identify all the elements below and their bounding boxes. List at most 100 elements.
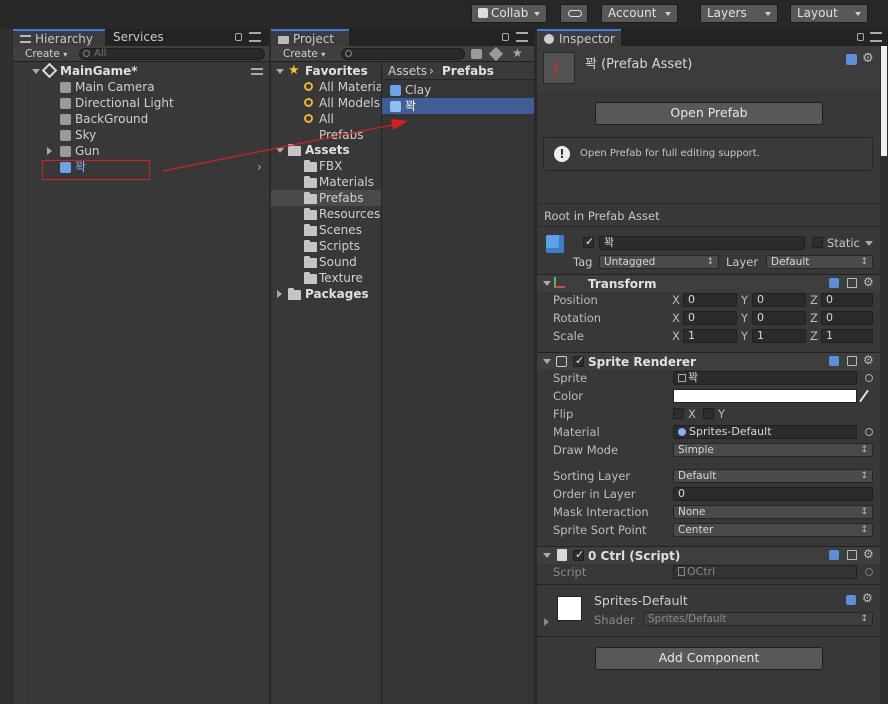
expand-arrow-icon[interactable] [277,290,282,298]
assets-folder[interactable]: Assets [271,142,381,158]
folder-item[interactable]: Scenes [271,222,381,238]
panel-menu-icon[interactable] [249,32,261,42]
collapse-arrow-icon[interactable] [543,281,551,286]
preset-icon[interactable] [847,550,857,560]
lock-icon[interactable] [857,33,864,41]
favorites-header[interactable]: ★ Favorites [271,63,381,79]
search-input[interactable] [341,48,465,60]
flip-x-checkbox[interactable] [673,408,684,419]
breadcrumb-prefabs[interactable]: Prefabs [442,62,494,80]
collapse-arrow-icon[interactable] [543,553,551,558]
search-input[interactable]: All [79,48,265,60]
hierarchy-item[interactable]: Gun [13,143,267,159]
scale-y-field[interactable]: 1 [752,329,806,343]
rotation-y-field[interactable]: 0 [752,311,806,325]
lock-icon[interactable] [235,33,242,41]
layout-dropdown[interactable]: Layout [790,4,868,23]
tab-hierarchy[interactable]: Hierarchy [13,29,105,46]
scrollbar[interactable] [880,46,888,704]
star-icon[interactable]: ★ [512,46,523,60]
help-icon[interactable] [846,54,857,65]
expand-arrow-icon[interactable] [32,69,40,74]
lock-icon[interactable] [502,33,509,41]
collapse-arrow-icon[interactable] [543,359,551,364]
flip-y-checkbox[interactable] [703,408,714,419]
script-component-header[interactable]: 0 Ctrl (Script) ⚙ [537,546,880,564]
panel-menu-icon[interactable] [870,32,882,42]
file-item[interactable]: Clay [382,82,534,98]
layer-dropdown[interactable]: Default [766,255,873,269]
scene-row[interactable]: MainGame* [13,62,267,79]
gear-icon[interactable]: ⚙ [863,547,874,561]
panel-menu-icon[interactable] [516,32,528,42]
filter-label-icon[interactable] [488,46,504,62]
breadcrumb-assets[interactable]: Assets [388,62,427,80]
position-x-field[interactable]: 0 [683,293,737,307]
object-picker-icon[interactable] [865,428,873,436]
sprite-renderer-header[interactable]: Sprite Renderer ⚙ [537,352,880,370]
preset-icon[interactable] [847,356,857,366]
color-field[interactable] [673,389,857,403]
folder-item[interactable]: Materials [271,174,381,190]
scene-menu-icon[interactable] [251,68,263,75]
folder-item[interactable]: Scripts [271,238,381,254]
cloud-button[interactable] [560,4,588,23]
gear-icon[interactable]: ⚙ [863,353,874,367]
gear-icon[interactable]: ⚙ [862,591,873,605]
tab-inspector[interactable]: Inspector [537,29,621,46]
packages-folder[interactable]: Packages [271,286,381,302]
chevron-right-icon[interactable]: › [257,159,262,175]
eyedropper-icon[interactable] [859,389,869,403]
help-icon[interactable] [829,550,839,560]
order-in-layer-field[interactable]: 0 [673,487,873,501]
folder-item[interactable]: Texture [271,270,381,286]
preset-icon[interactable] [847,278,857,288]
transform-header[interactable]: Transform ⚙ [537,274,880,292]
expand-arrow-icon[interactable] [276,69,284,74]
help-icon[interactable] [846,595,856,605]
material-field[interactable]: Sprites-Default [673,425,857,439]
favorite-item[interactable]: All Models [271,95,381,111]
expand-arrow-icon[interactable] [544,618,549,626]
tab-services[interactable]: Services [105,29,175,46]
add-component-button[interactable]: Add Component [595,647,823,670]
tag-dropdown[interactable]: Untagged [599,255,719,269]
draw-mode-dropdown[interactable]: Simple [673,443,873,457]
active-checkbox[interactable] [583,235,594,248]
sprite-renderer-enabled-checkbox[interactable] [573,354,584,367]
open-prefab-button[interactable]: Open Prefab [595,102,823,125]
mask-interaction-dropdown[interactable]: None [673,505,873,519]
scrollbar-thumb[interactable] [881,46,887,156]
rotation-z-field[interactable]: 0 [821,311,873,325]
scale-z-field[interactable]: 1 [821,329,873,343]
object-picker-icon[interactable] [865,374,873,382]
file-item-selected[interactable]: 꽉 [382,98,534,114]
scale-x-field[interactable]: 1 [683,329,737,343]
folder-item[interactable]: Sound [271,254,381,270]
expand-arrow-icon[interactable] [276,148,284,153]
object-name-field[interactable]: 꽉 [599,236,805,250]
hierarchy-item[interactable]: Sky [13,127,267,143]
filter-type-icon[interactable] [471,49,482,59]
layers-dropdown[interactable]: Layers [700,4,778,23]
hierarchy-item[interactable]: BackGround [13,111,267,127]
tab-project[interactable]: Project [271,29,349,46]
position-z-field[interactable]: 0 [821,293,873,307]
rotation-x-field[interactable]: 0 [683,311,737,325]
create-button[interactable]: Create ▾ [275,47,330,61]
gear-icon[interactable]: ⚙ [863,275,874,289]
gear-icon[interactable]: ⚙ [862,51,874,66]
favorite-item[interactable]: All Material [271,79,386,95]
script-enabled-checkbox[interactable] [573,548,584,561]
expand-arrow-icon[interactable] [47,147,52,155]
collab-button[interactable]: Collab [471,4,547,23]
position-y-field[interactable]: 0 [752,293,806,307]
help-icon[interactable] [829,356,839,366]
folder-item[interactable]: FBX [271,158,381,174]
hierarchy-item[interactable]: Directional Light [13,95,267,111]
chevron-down-icon[interactable] [865,241,873,246]
folder-item-selected[interactable]: Prefabs [271,190,381,206]
create-button[interactable]: Create ▾ [17,47,72,61]
sprite-sort-point-dropdown[interactable]: Center [673,523,873,537]
sprite-field[interactable]: 꽉 [673,371,857,385]
